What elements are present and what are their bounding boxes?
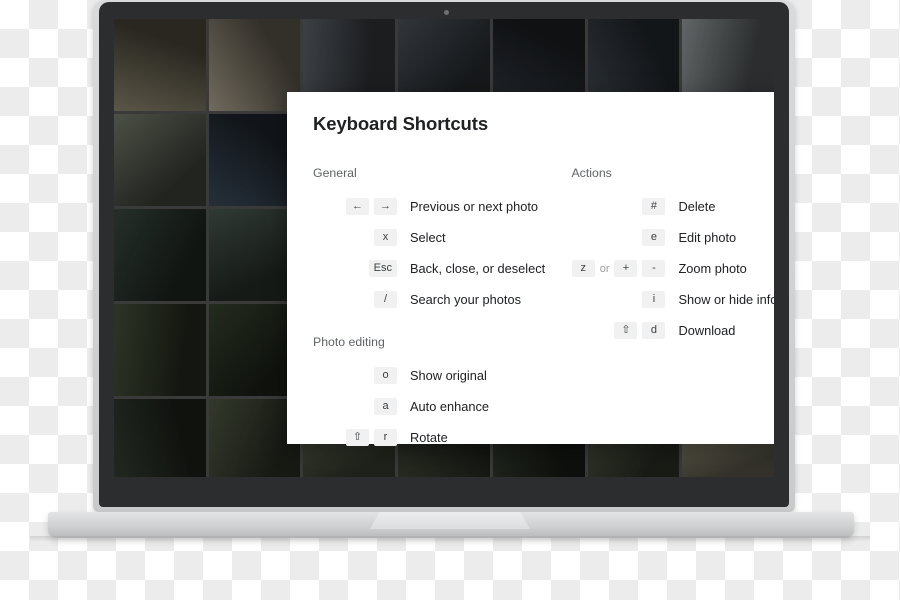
webcam-icon [444, 10, 449, 15]
shortcut-description: Previous or next photo [410, 199, 539, 214]
dialog-header: Keyboard Shortcuts [313, 113, 774, 138]
key-separator: or [599, 262, 610, 275]
shortcuts-column-right: Actions # Delete e Edit photo z or + - Zoom photo… [571, 166, 774, 453]
shortcut-row: ⇧ d Download [571, 315, 774, 346]
shortcut-description: Edit photo [678, 230, 737, 245]
photo-tile[interactable] [114, 399, 206, 477]
shortcut-keys: ← → [313, 198, 397, 215]
shortcut-row: x Select [313, 222, 571, 253]
key-chip: + [614, 260, 638, 277]
shortcut-description: Delete [678, 199, 716, 214]
shortcut-keys: # [571, 198, 666, 215]
dialog-title: Keyboard Shortcuts [313, 113, 489, 134]
keyboard-shortcuts-dialog: Keyboard Shortcuts General ← → Previous or … [287, 92, 774, 446]
shortcut-description: Back, close, or deselect [410, 261, 546, 276]
shortcuts-columns: General ← → Previous or next photo x Select Es… [313, 166, 774, 453]
section-title-general: General [313, 166, 357, 180]
shortcut-description: Show or hide info [678, 292, 774, 307]
shortcut-row: o Show original [313, 360, 571, 391]
key-chip: - [642, 260, 666, 277]
key-chip: Esc [368, 260, 397, 277]
shortcut-row: Esc Back, close, or deselect [313, 253, 571, 284]
photo-tile[interactable] [114, 304, 206, 396]
key-chip: # [642, 198, 666, 215]
shortcut-keys: Esc [313, 260, 397, 277]
shortcut-description: Search your photos [410, 292, 521, 307]
shortcut-description: Rotate [410, 430, 448, 445]
shortcut-keys: i [571, 291, 666, 308]
key-chip: / [374, 291, 397, 308]
shortcut-keys: x [313, 229, 397, 246]
shortcut-row: a Auto enhance [313, 391, 571, 422]
key-chip: a [374, 398, 397, 415]
shortcut-keys: o [313, 367, 397, 384]
key-chip: z [571, 260, 595, 277]
shortcut-keys: z or + - [571, 260, 666, 277]
shortcut-row: ⇧ r Rotate [313, 422, 571, 453]
shortcut-row: i Show or hide info [571, 284, 774, 315]
key-chip: e [642, 229, 666, 246]
shortcut-keys: / [313, 291, 397, 308]
section-title-photo-editing: Photo editing [313, 335, 385, 349]
key-chip: d [642, 322, 666, 339]
shortcut-description: Show original [410, 368, 487, 383]
section-title-actions: Actions [571, 166, 612, 180]
screenshot-canvas: Keyboard Shortcuts General ← → Previous or … [0, 0, 900, 600]
key-chip: ⇧ [346, 429, 369, 446]
shortcuts-column-left: General ← → Previous or next photo x Select Es… [313, 166, 571, 453]
key-chip: o [374, 367, 397, 384]
photo-tile[interactable] [114, 19, 206, 111]
shortcut-row: ← → Previous or next photo [313, 191, 571, 222]
key-chip: → [374, 198, 397, 215]
shortcut-keys: ⇧ r [313, 429, 397, 446]
shortcut-keys: a [313, 398, 397, 415]
key-chip: ← [346, 198, 369, 215]
shortcut-description: Auto enhance [410, 399, 489, 414]
shortcut-row: z or + - Zoom photo [571, 253, 774, 284]
shortcut-description: Zoom photo [678, 261, 747, 276]
photo-tile[interactable] [114, 209, 206, 301]
shortcut-keys: e [571, 229, 666, 246]
shortcut-row: # Delete [571, 191, 774, 222]
laptop-screen: Keyboard Shortcuts General ← → Previous or … [114, 19, 774, 477]
key-chip: r [374, 429, 397, 446]
key-chip: i [642, 291, 666, 308]
key-chip: ⇧ [614, 322, 638, 339]
shortcut-row: / Search your photos [313, 284, 571, 315]
photo-tile[interactable] [114, 114, 206, 206]
shortcut-description: Select [410, 230, 446, 245]
shortcut-description: Download [678, 323, 736, 338]
shortcut-keys: ⇧ d [571, 322, 666, 339]
shortcut-row: e Edit photo [571, 222, 774, 253]
laptop-shadow [30, 536, 870, 542]
key-chip: x [374, 229, 397, 246]
laptop-base-notch [370, 512, 530, 529]
